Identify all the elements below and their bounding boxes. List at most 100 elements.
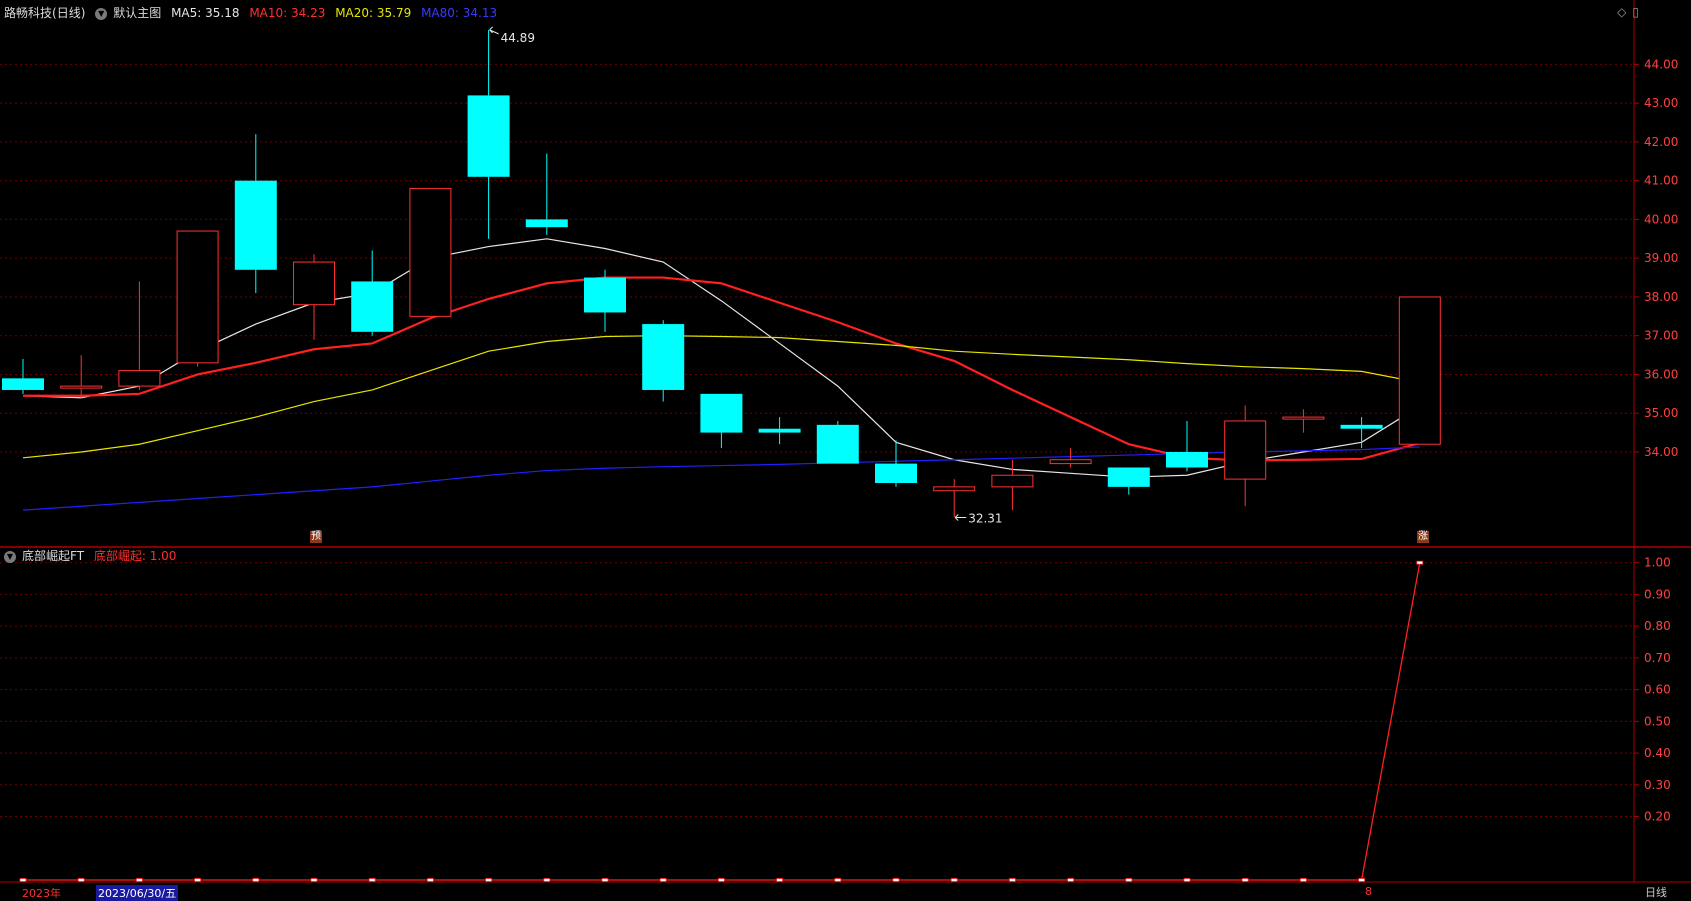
y-tick-label: 43.00 — [1644, 96, 1678, 110]
indicator-tick-label: 0.90 — [1644, 587, 1671, 601]
restore-icon[interactable]: ▯ — [1632, 5, 1639, 19]
candle — [1398, 296, 1441, 445]
y-tick-label: 40.00 — [1644, 212, 1678, 226]
candle — [1049, 448, 1092, 468]
low-arrow — [954, 514, 967, 521]
candle — [409, 187, 452, 317]
indicator-point — [252, 878, 260, 882]
indicator-point — [77, 878, 85, 882]
indicator-point — [194, 878, 202, 882]
pre-mark: 预 — [310, 531, 322, 543]
ma10-label: MA10: 34.23 — [249, 6, 326, 20]
indicator-point — [659, 878, 667, 882]
chevron-down-icon[interactable]: ▼ — [95, 7, 108, 20]
main-chart-name[interactable]: 默认主图 — [113, 6, 161, 20]
candle-body — [933, 486, 976, 492]
stock-name[interactable]: 路畅科技 — [4, 6, 52, 20]
candle-body — [875, 463, 917, 483]
y-tick-label: 41.00 — [1644, 174, 1678, 188]
indicator-point — [543, 878, 551, 882]
year-label: 2023年 — [22, 887, 61, 900]
y-tick-label: 44.00 — [1644, 57, 1678, 71]
y-tick-label: 42.00 — [1644, 135, 1678, 149]
y-tick-label: 38.00 — [1644, 290, 1678, 304]
candle — [525, 153, 568, 235]
indicator-point — [601, 878, 609, 882]
selected-date-label[interactable]: 2023/06/30/五 — [96, 885, 179, 901]
indicator-point — [135, 878, 143, 882]
indicator-value-label: 底部崛起: 1.00 — [93, 549, 177, 563]
candle-body — [293, 261, 335, 306]
ma5-label: MA5: 35.18 — [171, 6, 240, 20]
candle-body — [1166, 451, 1208, 468]
y-tick-label: 36.00 — [1644, 367, 1678, 381]
window-buttons: ◇ ▯ — [1611, 5, 1639, 19]
ma-line-ma80 — [22, 446, 1420, 511]
indicator-tick-label: 0.30 — [1644, 778, 1671, 792]
candle — [293, 254, 335, 340]
candle — [176, 230, 219, 367]
diamond-icon[interactable]: ◇ — [1617, 5, 1626, 19]
indicator-point — [1183, 878, 1191, 882]
main-chart-header: 路畅科技(日线) ▼ 默认主图 MA5: 35.18 MA10: 34.23 MA… — [4, 4, 503, 21]
indicator-point — [368, 878, 376, 882]
ma20-label: MA20: 35.79 — [335, 6, 412, 20]
chevron-down-icon[interactable]: ▼ — [4, 550, 16, 563]
indicator-point — [485, 878, 493, 882]
indicator-point — [950, 878, 958, 882]
indicator-tick-label: 0.70 — [1644, 651, 1671, 665]
candle-body — [525, 219, 568, 228]
candle — [758, 417, 801, 445]
candle — [1107, 467, 1150, 495]
candle-body — [1340, 424, 1383, 429]
candle-body — [60, 385, 103, 389]
indicator-point — [834, 878, 842, 882]
candle — [816, 420, 859, 464]
indicator-point — [19, 878, 27, 882]
ma80-label: MA80: 34.13 — [421, 6, 498, 20]
period-label: (日线) — [52, 6, 86, 20]
candle-body — [816, 424, 859, 464]
indicator-tick-label: 1.00 — [1644, 556, 1671, 570]
high-label: 44.89 — [501, 31, 535, 45]
stock-chart[interactable]: 34.00 35.00 36.00 37.00 38.00 39.00 40.00 41.00… — [0, 0, 1691, 898]
candle-body — [409, 187, 452, 317]
candle-body — [584, 277, 626, 313]
indicator-point — [1241, 878, 1249, 882]
candle-body — [1282, 416, 1325, 420]
indicator-tick-label: 0.80 — [1644, 619, 1671, 633]
y-tick-label: 39.00 — [1644, 251, 1678, 265]
low-label: 32.31 — [968, 511, 1002, 525]
candle — [1166, 420, 1208, 472]
indicator-tick-label: 0.40 — [1644, 746, 1671, 760]
candle — [1282, 409, 1325, 433]
candle — [1224, 405, 1267, 507]
indicator-point — [892, 878, 900, 882]
indicator-point — [1416, 560, 1424, 565]
candle-body — [1049, 459, 1092, 465]
candle-body — [118, 370, 161, 387]
candle-body — [700, 393, 743, 433]
indicator-point — [718, 878, 725, 882]
candle — [467, 29, 510, 239]
candle — [234, 134, 277, 294]
rise-mark: 涨 — [1417, 531, 1429, 543]
candle-body — [758, 428, 801, 433]
candle-body — [467, 95, 510, 177]
candle — [642, 320, 685, 402]
indicator-point — [1300, 878, 1307, 882]
indicator-point — [776, 878, 783, 882]
indicator-point — [1067, 878, 1074, 882]
candle-body — [1107, 467, 1150, 487]
candle-body — [1398, 296, 1441, 445]
candle-body — [176, 230, 219, 364]
y-tick-label: 35.00 — [1644, 406, 1678, 420]
cursor-label: 8 — [1365, 885, 1372, 898]
indicator-header: ▼ 底部崛起FT 底部崛起: 1.00 — [4, 547, 182, 564]
indicator-point — [1125, 878, 1133, 882]
candle-body — [351, 281, 394, 332]
indicator-tick-label: 0.60 — [1644, 683, 1671, 697]
indicator-point — [1009, 878, 1016, 882]
indicator-point — [310, 878, 318, 882]
indicator-name[interactable]: 底部崛起FT — [22, 549, 84, 563]
